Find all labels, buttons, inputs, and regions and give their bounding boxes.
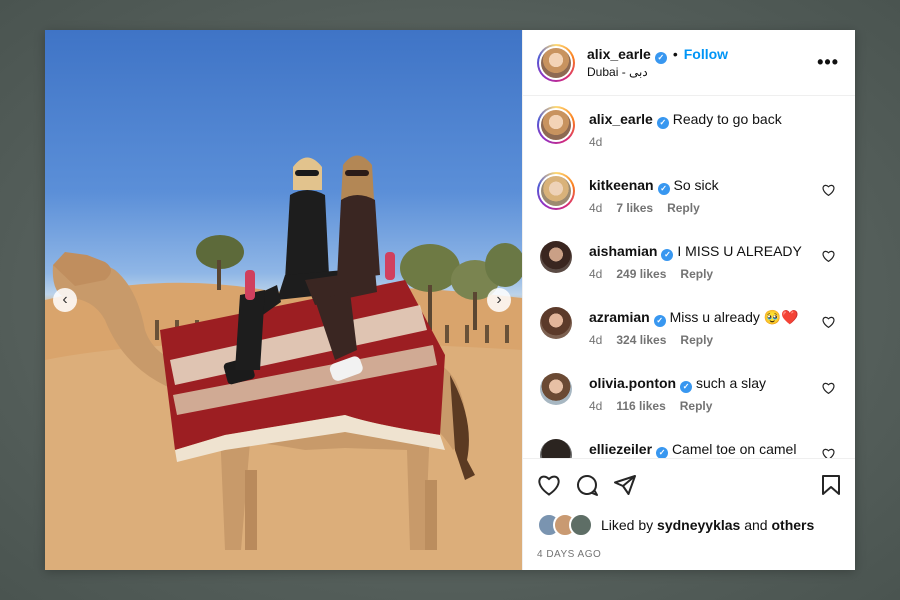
comment-item: aishamian ✓ I MISS U ALREADY 4d 249 likes R… (537, 238, 841, 281)
comment-avatar[interactable] (537, 172, 575, 210)
chevron-right-icon: › (496, 291, 502, 308)
post-timestamp[interactable]: 4 DAYS AGO (537, 549, 841, 560)
heart-icon[interactable] (822, 316, 835, 328)
comment-likes[interactable]: 324 likes (616, 333, 666, 347)
chevron-left-icon: ‹ (62, 291, 68, 308)
comment-avatar[interactable] (540, 241, 572, 273)
comment-text: I MISS U ALREADY (677, 243, 802, 259)
verified-icon: ✓ (654, 52, 667, 64)
heart-icon[interactable] (537, 474, 561, 496)
likes-connector: and (744, 517, 768, 533)
comment-age[interactable]: 4d (589, 201, 602, 215)
camel-ride-photo (45, 155, 522, 570)
comment-likes[interactable]: 7 likes (616, 201, 653, 215)
next-photo-button[interactable]: › (487, 288, 511, 312)
heart-icon[interactable] (822, 184, 835, 196)
verified-icon: ✓ (653, 315, 666, 327)
verified-icon: ✓ (680, 381, 693, 393)
instagram-post: ‹ › alix_earle ✓ • Follow Dubai - دبی ••• (45, 30, 855, 570)
share-icon[interactable] (613, 474, 637, 496)
comment-age[interactable]: 4d (589, 267, 602, 281)
verified-icon: ✓ (656, 447, 669, 458)
likes-user[interactable]: sydneyyklas (657, 517, 740, 533)
heart-icon[interactable] (822, 250, 835, 262)
caption: alix_earle ✓ Ready to go back 4d (537, 106, 841, 149)
post-location[interactable]: Dubai - دبی (587, 65, 728, 80)
comments-list[interactable]: alix_earle ✓ Ready to go back 4d kitkeena… (523, 96, 855, 458)
more-icon[interactable]: ••• (817, 52, 839, 73)
separator-dot: • (672, 46, 678, 62)
comment-username[interactable]: azramian (589, 309, 650, 325)
comment-age[interactable]: 4d (589, 333, 602, 347)
author-avatar[interactable] (537, 43, 575, 82)
comment-item: kitkeenan ✓ So sick 4d 7 likes Reply (537, 172, 841, 215)
previous-photo-button[interactable]: ‹ (53, 288, 77, 312)
verified-icon: ✓ (657, 183, 670, 195)
comment-text: So sick (673, 177, 719, 193)
follow-button[interactable]: Follow (684, 46, 728, 62)
post-photo[interactable]: ‹ › (45, 30, 522, 570)
verified-icon: ✓ (661, 249, 674, 261)
verified-icon: ✓ (656, 117, 669, 129)
reply-button[interactable]: Reply (680, 333, 713, 347)
likes-summary: Liked by sydneyyklas and others (537, 513, 841, 537)
bookmark-icon[interactable] (821, 474, 841, 496)
likes-others[interactable]: others (771, 517, 814, 533)
caption-age[interactable]: 4d (589, 135, 602, 149)
comment-item: olivia.ponton ✓ such a slay 4d 116 likes Re… (537, 370, 841, 413)
post-header: alix_earle ✓ • Follow Dubai - دبی ••• (523, 30, 855, 96)
heart-icon[interactable] (822, 448, 835, 458)
comment-username[interactable]: aishamian (589, 243, 657, 259)
comment-likes[interactable]: 116 likes (616, 399, 665, 413)
comment-avatar[interactable] (540, 307, 572, 339)
liker-avatars[interactable] (537, 513, 593, 537)
reply-button[interactable]: Reply (667, 201, 700, 215)
caption-username[interactable]: alix_earle (589, 111, 653, 127)
comment-likes[interactable]: 249 likes (616, 267, 666, 281)
comment-username[interactable]: elliezeiler (589, 441, 652, 457)
post-actions: Liked by sydneyyklas and others 4 DAYS A… (523, 458, 855, 570)
comment-age[interactable]: 4d (589, 399, 602, 413)
likes-prefix: Liked by (601, 517, 654, 533)
reply-button[interactable]: Reply (680, 399, 713, 413)
comment-item: azramian ✓ Miss u already 🥹❤️ 4d 324 likes… (537, 304, 841, 347)
reply-button[interactable]: Reply (680, 267, 713, 281)
comment-username[interactable]: olivia.ponton (589, 375, 676, 391)
caption-avatar[interactable] (537, 106, 575, 144)
comment-text: Miss u already 🥹❤️ (669, 309, 799, 325)
author-username[interactable]: alix_earle (587, 46, 651, 62)
comment-icon[interactable] (575, 473, 599, 497)
comment-text: such a slay (696, 375, 767, 391)
caption-text: Ready to go back (672, 111, 782, 127)
comment-item: elliezeiler ✓ Camel toe on camel (537, 436, 841, 458)
comment-username[interactable]: kitkeenan (589, 177, 654, 193)
comment-avatar[interactable] (540, 373, 572, 405)
post-sidebar: alix_earle ✓ • Follow Dubai - دبی ••• alix_… (522, 30, 855, 570)
comment-avatar[interactable] (540, 439, 572, 458)
heart-icon[interactable] (822, 382, 835, 394)
comment-text: Camel toe on camel (671, 441, 797, 457)
